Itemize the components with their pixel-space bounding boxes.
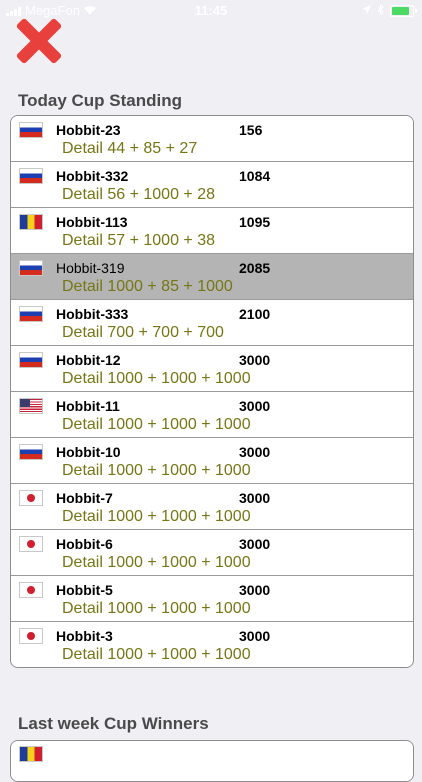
player-name: Hobbit-12 <box>56 352 121 368</box>
standing-row[interactable]: Hobbit-12 3000 Detail 1000 + 1000 + 1000 <box>11 346 413 392</box>
player-name: Hobbit-3 <box>56 628 113 644</box>
japan-flag-icon <box>19 628 43 644</box>
standing-row[interactable]: Hobbit-11 3000 Detail 1000 + 1000 + 1000 <box>11 392 413 438</box>
player-name: Hobbit-113 <box>56 214 128 230</box>
score-detail: Detail 700 + 700 + 700 <box>62 324 224 341</box>
score-detail: Detail 1000 + 85 + 1000 <box>62 278 233 295</box>
standing-row[interactable]: Hobbit-5 3000 Detail 1000 + 1000 + 1000 <box>11 576 413 622</box>
bluetooth-icon <box>377 3 384 18</box>
russia-flag-icon <box>19 444 43 460</box>
player-score: 1084 <box>239 168 271 184</box>
player-name: Hobbit-23 <box>56 122 121 138</box>
player-name: Hobbit-333 <box>56 306 129 322</box>
today-standings-list: Hobbit-23 156 Detail 44 + 85 + 27 Hobbit-33… <box>10 115 414 668</box>
player-name: Hobbit-11 <box>56 398 120 414</box>
japan-flag-icon <box>19 536 43 552</box>
player-score: 3000 <box>239 444 271 460</box>
romania-flag-icon <box>19 214 43 230</box>
battery-icon <box>390 4 417 17</box>
location-icon <box>362 3 371 18</box>
japan-flag-icon <box>19 582 43 598</box>
player-name: Hobbit-7 <box>56 490 113 506</box>
player-score: 156 <box>239 122 263 138</box>
standing-row[interactable]: Hobbit-10 3000 Detail 1000 + 1000 + 1000 <box>11 438 413 484</box>
player-score: 2100 <box>239 306 271 322</box>
score-detail: Detail 1000 + 1000 + 1000 <box>62 508 251 525</box>
score-detail: Detail 1000 + 1000 + 1000 <box>62 600 251 617</box>
status-right <box>362 3 417 18</box>
player-name: Hobbit-332 <box>56 168 129 184</box>
russia-flag-icon <box>19 352 43 368</box>
standing-row[interactable]: Hobbit-333 2100 Detail 700 + 700 + 700 <box>11 300 413 346</box>
russia-flag-icon <box>19 122 43 138</box>
score-detail: Detail 44 + 85 + 27 <box>62 140 198 157</box>
player-name: Hobbit-6 <box>56 536 113 552</box>
russia-flag-icon <box>19 306 43 322</box>
standing-row[interactable]: Hobbit-113 1095 Detail 57 + 1000 + 38 <box>11 208 413 254</box>
last-week-section-title: Last week Cup Winners <box>18 714 209 733</box>
player-name: Hobbit-319 <box>56 260 125 276</box>
score-detail: Detail 1000 + 1000 + 1000 <box>62 554 251 571</box>
player-score: 3000 <box>239 352 271 368</box>
list-item[interactable] <box>11 741 413 781</box>
russia-flag-icon <box>19 168 43 184</box>
today-section-title: Today Cup Standing <box>18 91 183 110</box>
standing-row[interactable]: Hobbit-332 1084 Detail 56 + 1000 + 28 <box>11 162 413 208</box>
score-detail: Detail 1000 + 1000 + 1000 <box>62 646 251 663</box>
player-name: Hobbit-5 <box>56 582 113 598</box>
player-score: 2085 <box>239 260 271 276</box>
clock: 11:45 <box>194 3 228 18</box>
standing-row[interactable]: Hobbit-23 156 Detail 44 + 85 + 27 <box>11 116 413 162</box>
score-detail: Detail 57 + 1000 + 38 <box>62 232 216 249</box>
standing-row[interactable]: Hobbit-319 2085 Detail 1000 + 85 + 1000 <box>11 254 413 300</box>
russia-flag-icon <box>19 260 43 276</box>
player-score: 3000 <box>239 628 271 644</box>
player-score: 3000 <box>239 490 271 506</box>
close-button[interactable] <box>15 17 63 65</box>
player-score: 3000 <box>239 398 271 414</box>
japan-flag-icon <box>19 490 43 506</box>
score-detail: Detail 1000 + 1000 + 1000 <box>62 370 251 387</box>
player-score: 1095 <box>239 214 271 230</box>
score-detail: Detail 56 + 1000 + 28 <box>62 186 216 203</box>
flag-icon <box>19 746 43 762</box>
player-score: 3000 <box>239 536 271 552</box>
score-detail: Detail 1000 + 1000 + 1000 <box>62 462 251 479</box>
usa-flag-icon <box>19 398 43 414</box>
standing-row[interactable]: Hobbit-6 3000 Detail 1000 + 1000 + 1000 <box>11 530 413 576</box>
player-name: Hobbit-10 <box>56 444 121 460</box>
standing-row[interactable]: Hobbit-7 3000 Detail 1000 + 1000 + 1000 <box>11 484 413 530</box>
score-detail: Detail 1000 + 1000 + 1000 <box>62 416 251 433</box>
standing-row[interactable]: Hobbit-3 3000 Detail 1000 + 1000 + 1000 <box>11 622 413 667</box>
player-score: 3000 <box>239 582 271 598</box>
last-week-winners-list <box>10 740 414 782</box>
status-bar: MegaFon 11:45 <box>0 0 422 22</box>
